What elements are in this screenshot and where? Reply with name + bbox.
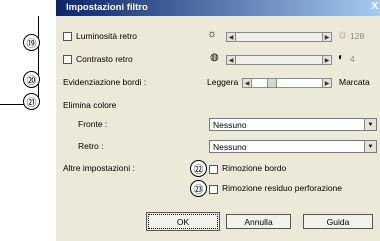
help-button-label: Guida [326, 216, 350, 227]
callout-21: ㉑ [23, 93, 40, 110]
cancel-button[interactable]: Annulla [226, 214, 291, 229]
contrast-slider[interactable]: ◀ ▶ [226, 55, 332, 65]
callout-22: ㉒ [190, 160, 207, 177]
contrast-high-icon: ◐ [338, 52, 345, 63]
ok-button[interactable]: OK [146, 212, 220, 231]
close-icon[interactable]: X [371, 1, 378, 12]
edge-max-label: Marcata [339, 77, 370, 87]
border-removal-checkbox[interactable] [209, 165, 218, 174]
title-bar: Impostazioni filtro X [56, 0, 380, 16]
callout-leader [38, 16, 39, 104]
dropdown-arrow-icon[interactable]: ▼ [364, 119, 376, 130]
callout-23: ㉓ [190, 180, 207, 197]
filter-settings-dialog: Impostazioni filtro X Luminosità retro ☼… [56, 0, 380, 241]
color-removal-heading: Elimina colore [63, 100, 117, 110]
backlight-checkbox[interactable] [63, 32, 72, 41]
scroll-right-icon[interactable]: ▶ [322, 78, 332, 88]
scroll-left-icon[interactable]: ◀ [226, 32, 236, 42]
backlight-value: 128 [350, 31, 365, 41]
dropdown-arrow-icon[interactable]: ▼ [364, 141, 376, 152]
punch-removal-label: Rimozione residuo perforazione [222, 183, 343, 193]
backlight-label: Luminosità retro [76, 31, 137, 41]
sun-icon: ☼ [207, 28, 218, 40]
front-select-value: Nessuno [213, 120, 247, 130]
contrast-label: Contrasto retro [76, 54, 133, 64]
contrast-value: 4 [350, 54, 355, 64]
edge-slider[interactable]: ◀ ▶ [242, 78, 332, 88]
front-label: Fronte : [78, 119, 108, 129]
edge-label: Evidenziazione bordi : [63, 77, 147, 87]
scroll-left-icon[interactable]: ◀ [242, 78, 252, 88]
punch-removal-checkbox[interactable] [209, 185, 218, 194]
scroll-right-icon[interactable]: ▶ [322, 55, 332, 65]
edge-slider-thumb[interactable] [266, 78, 277, 88]
backlight-slider[interactable]: ◀ ▶ [226, 32, 332, 42]
other-heading: Altre impostazioni : [63, 163, 135, 173]
callout-20: ⑳ [23, 71, 40, 88]
back-select-value: Nessuno [213, 142, 247, 152]
sun-large-icon: ☼ [337, 27, 348, 41]
ok-button-label: OK [176, 216, 190, 227]
scroll-left-icon[interactable]: ◀ [226, 55, 236, 65]
front-select[interactable]: Nessuno ▼ [209, 118, 377, 131]
border-removal-label: Rimozione bordo [222, 163, 287, 173]
contrast-checkbox[interactable] [63, 55, 72, 64]
edge-min-label: Leggera [207, 77, 239, 87]
cancel-button-label: Annulla [244, 216, 273, 227]
back-select[interactable]: Nessuno ▼ [209, 140, 377, 153]
back-label: Retro : [78, 141, 104, 151]
dialog-title: Impostazioni filtro [66, 2, 148, 13]
help-button[interactable]: Guida [303, 214, 373, 229]
callout-19: ⑲ [23, 34, 40, 51]
contrast-low-icon: ◍ [210, 52, 219, 63]
scroll-right-icon[interactable]: ▶ [322, 32, 332, 42]
